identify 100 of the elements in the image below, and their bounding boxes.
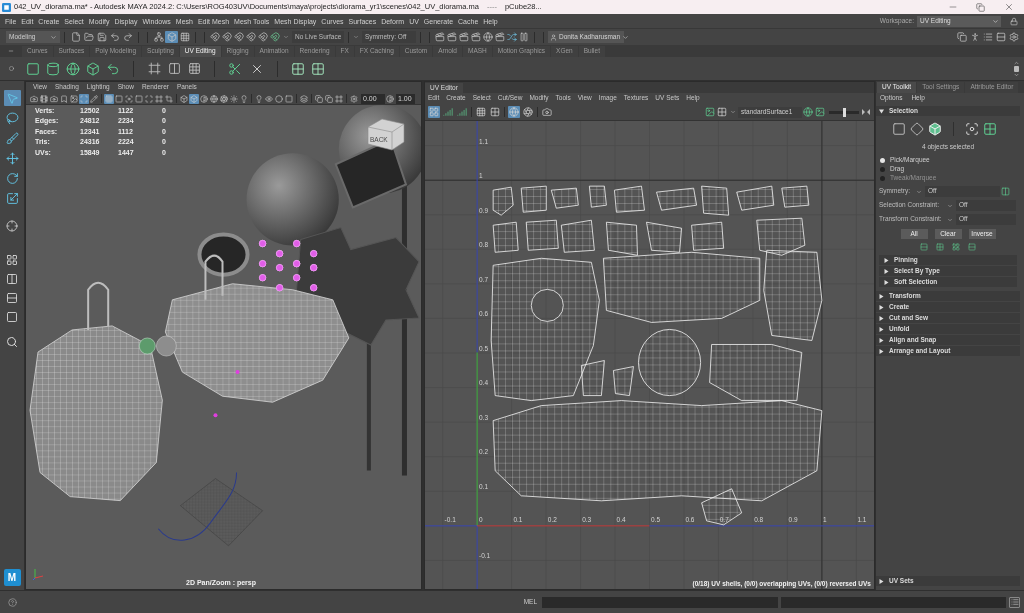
grid-icon[interactable] [104, 93, 114, 104]
clapperboard-icon[interactable] [446, 31, 458, 43]
columns-icon[interactable] [166, 60, 182, 77]
caret-icon[interactable] [730, 109, 736, 115]
image-icon[interactable] [704, 106, 716, 118]
uv-shell[interactable] [638, 329, 701, 396]
lightbulb-icon[interactable] [254, 93, 264, 104]
clapperboard-icon[interactable] [434, 31, 446, 43]
square-icon[interactable] [134, 93, 144, 104]
uv-shell[interactable] [580, 360, 605, 396]
triangle-right-icon[interactable] [879, 326, 884, 332]
rows-icon[interactable] [4, 290, 20, 305]
square-icon[interactable] [4, 309, 20, 324]
uv-shell[interactable] [781, 185, 810, 208]
triangle-right-icon[interactable] [884, 279, 889, 285]
triangle-right-icon[interactable] [879, 337, 884, 343]
uv-shell[interactable] [614, 185, 645, 213]
square-icon[interactable] [284, 93, 294, 104]
list-icon[interactable] [981, 31, 994, 43]
cylinder-icon[interactable] [45, 60, 61, 77]
list-icon[interactable] [1009, 596, 1020, 608]
slider-thumb[interactable] [842, 107, 846, 117]
checker-icon[interactable] [489, 106, 501, 118]
uv-shell[interactable] [492, 221, 519, 253]
bars-icon[interactable] [456, 106, 468, 118]
contrast-icon[interactable] [385, 93, 395, 104]
square-icon[interactable] [890, 121, 908, 137]
crosshair-icon[interactable] [3, 218, 21, 234]
image-icon[interactable] [814, 106, 826, 118]
square-icon[interactable] [25, 60, 41, 77]
columns-icon[interactable] [1000, 186, 1010, 197]
cube-icon[interactable] [926, 121, 944, 137]
view-cube[interactable] [366, 117, 406, 151]
bars-icon[interactable] [442, 106, 454, 118]
square-icon[interactable] [114, 93, 124, 104]
redo-icon[interactable] [121, 31, 134, 43]
magnet-icon[interactable] [221, 31, 233, 43]
triangle-right-icon[interactable] [879, 315, 884, 321]
globe-icon[interactable] [508, 106, 520, 118]
hierarchy-icon[interactable] [152, 31, 165, 43]
uv-shell[interactable] [613, 366, 634, 396]
focus-icon[interactable] [963, 121, 981, 137]
cube-icon[interactable] [179, 93, 189, 104]
triangle-right-icon[interactable] [884, 257, 889, 263]
checker-icon[interactable] [290, 60, 306, 77]
pause-icon[interactable] [518, 31, 530, 43]
lasso-icon[interactable] [3, 110, 21, 126]
aperture-icon[interactable] [219, 93, 229, 104]
film-icon[interactable] [39, 93, 49, 104]
slider-track[interactable] [829, 107, 859, 117]
layout-grid-icon[interactable] [951, 242, 961, 251]
circle-icon[interactable] [274, 93, 284, 104]
magnet-icon[interactable] [233, 31, 245, 43]
rows-icon[interactable] [994, 31, 1007, 43]
uv-shell[interactable] [520, 185, 547, 213]
grid-icon[interactable] [475, 106, 487, 118]
copy-icon[interactable] [324, 93, 334, 104]
caret-icon[interactable] [50, 33, 57, 41]
uv-shell[interactable] [492, 186, 514, 216]
triangle-right-icon[interactable] [879, 348, 884, 354]
grid-icon[interactable] [178, 31, 191, 43]
brush-icon[interactable] [3, 130, 21, 146]
camera-icon[interactable] [541, 106, 553, 118]
uv-shell[interactable] [701, 488, 743, 526]
clapperboard-icon[interactable] [458, 31, 470, 43]
copy-icon[interactable] [955, 31, 968, 43]
checker-icon[interactable] [981, 121, 999, 137]
checker-icon[interactable] [716, 106, 728, 118]
layers-icon[interactable] [299, 93, 309, 104]
command-input-field[interactable] [542, 596, 778, 608]
sun-icon[interactable] [229, 93, 239, 104]
focus-icon[interactable] [124, 93, 134, 104]
uv-shell[interactable] [560, 219, 595, 253]
lightbulb-icon[interactable] [239, 93, 249, 104]
hash-icon[interactable] [146, 60, 162, 77]
uv-shell[interactable] [490, 257, 600, 401]
lock-icon[interactable] [1009, 16, 1018, 26]
globe-icon[interactable] [802, 106, 814, 118]
circle-icon[interactable] [9, 66, 14, 71]
shuffle-icon[interactable] [506, 31, 518, 43]
folder-icon[interactable] [82, 31, 95, 43]
hash-icon[interactable] [334, 93, 344, 104]
globe-icon[interactable] [482, 31, 494, 43]
scroll-up-icon[interactable] [1013, 59, 1020, 66]
restore-icon[interactable] [976, 2, 985, 12]
scissors-icon[interactable] [227, 60, 243, 77]
camera-icon[interactable] [49, 93, 59, 104]
scroll-thumb[interactable] [1014, 65, 1019, 72]
magnet-icon[interactable] [269, 31, 281, 43]
triangle-right-icon[interactable] [879, 293, 884, 299]
camera-icon[interactable] [29, 93, 39, 104]
checker-icon[interactable] [935, 242, 945, 251]
triangle-right-icon[interactable] [884, 268, 889, 274]
globe-icon[interactable] [209, 93, 219, 104]
close-icon[interactable] [1004, 2, 1014, 12]
caret-icon[interactable] [622, 33, 630, 41]
triangle-down-icon[interactable] [879, 108, 884, 114]
hash-icon[interactable] [154, 93, 164, 104]
cube-icon[interactable] [189, 93, 199, 104]
triangle-right-icon[interactable] [879, 304, 884, 310]
